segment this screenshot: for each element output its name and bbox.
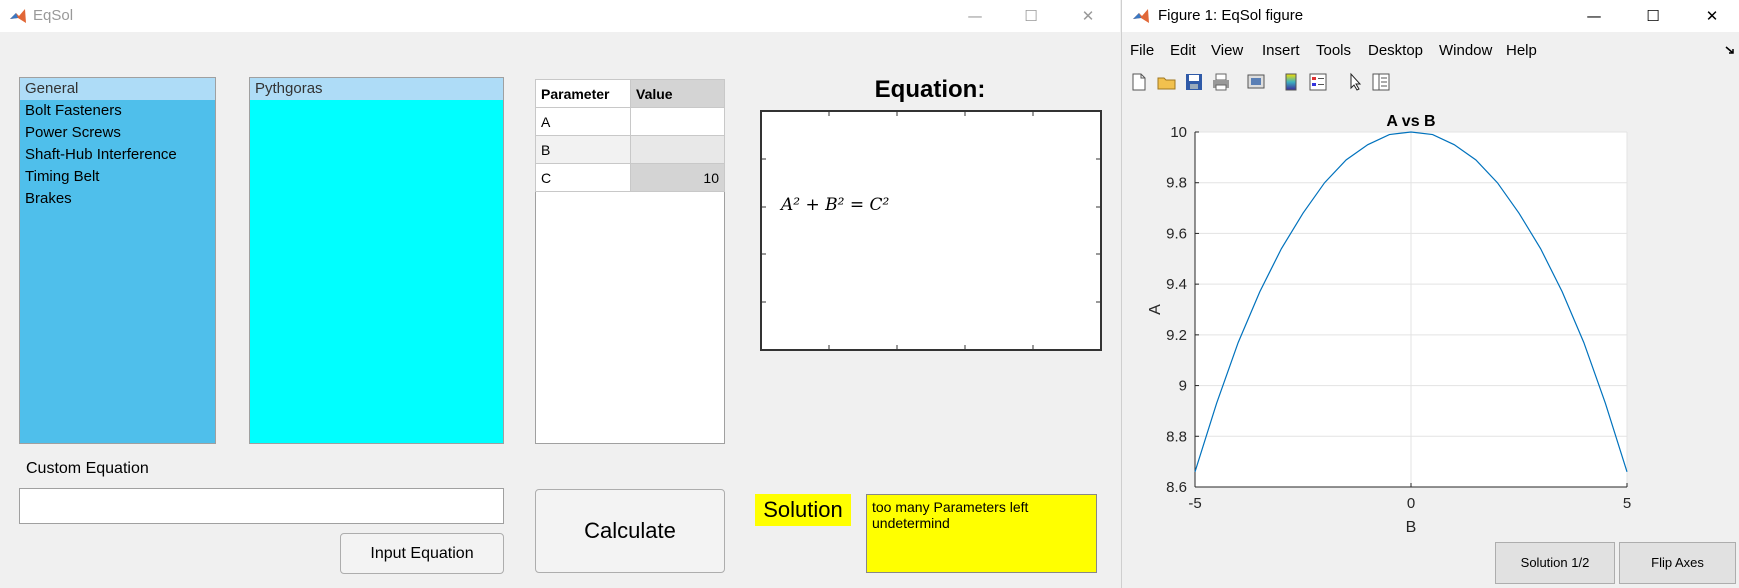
save-icon[interactable] — [1183, 71, 1205, 93]
legend-icon[interactable] — [1307, 71, 1329, 93]
y-tick-label: 9.4 — [1166, 276, 1187, 293]
print-preview-icon[interactable] — [1245, 71, 1267, 93]
value-header: Value — [630, 79, 725, 108]
plot-canvas[interactable]: -5 0 5 8.6 8.8 9 9.2 9.4 9.6 9.8 10 A vs B B A — [1122, 100, 1739, 540]
custom-equation-input[interactable] — [19, 488, 504, 524]
equation-list[interactable]: Pythgoras — [249, 77, 504, 444]
menu-file[interactable]: File — [1130, 42, 1154, 59]
print-icon[interactable] — [1210, 71, 1232, 93]
new-file-icon[interactable] — [1128, 71, 1150, 93]
equation-item[interactable]: Pythgoras — [250, 78, 503, 100]
y-tick-label: 9.6 — [1166, 225, 1187, 242]
pointer-icon[interactable] — [1345, 71, 1367, 93]
figure-title: Figure 1: EqSol figure — [1158, 7, 1304, 24]
category-item[interactable]: Shaft-Hub Interference — [20, 144, 215, 166]
category-item[interactable]: General — [20, 78, 215, 100]
y-axis-label: A — [1147, 304, 1164, 315]
param-header: Parameter — [535, 79, 631, 108]
custom-equation-label: Custom Equation — [26, 460, 149, 477]
menu-edit[interactable]: Edit — [1170, 42, 1196, 59]
menu-tools[interactable]: Tools — [1316, 42, 1351, 59]
equation-axes-ticks — [762, 112, 1100, 349]
param-value-a[interactable] — [630, 107, 725, 136]
menu-window[interactable]: Window — [1439, 42, 1492, 59]
solution-output: too many Parameters left undetermind — [866, 494, 1097, 573]
menu-insert[interactable]: Insert — [1262, 42, 1300, 59]
menu-desktop[interactable]: Desktop — [1368, 42, 1423, 59]
eqsol-window: EqSol — ☐ ✕ General Bolt Fasteners Power S… — [0, 0, 1120, 588]
param-value-c[interactable]: 10 — [630, 163, 725, 192]
figure-maximize-button[interactable]: ☐ — [1630, 2, 1676, 30]
matlab-icon — [10, 9, 26, 23]
open-folder-icon[interactable] — [1156, 71, 1178, 93]
param-name-b: B — [535, 135, 631, 164]
window-title: EqSol — [33, 7, 74, 24]
category-item[interactable]: Brakes — [20, 188, 215, 210]
flip-axes-button[interactable]: Flip Axes — [1619, 542, 1736, 584]
param-table: Parameter Value A B C 10 — [535, 79, 725, 192]
property-editor-icon[interactable] — [1370, 71, 1392, 93]
y-tick-label: 9.2 — [1166, 327, 1187, 344]
y-tick-label: 9.8 — [1166, 175, 1187, 192]
chart-title: A vs B — [1386, 113, 1435, 130]
equation-display: A² + B² = C² — [760, 110, 1102, 351]
colorbar-icon[interactable] — [1280, 71, 1302, 93]
input-equation-button[interactable]: Input Equation — [340, 533, 504, 574]
dock-arrow-icon[interactable] — [1724, 44, 1736, 56]
x-tick-label: 0 — [1407, 495, 1415, 512]
equation-heading: Equation: — [874, 76, 986, 103]
figure-minimize-button[interactable]: — — [1571, 2, 1617, 30]
menu-view[interactable]: View — [1211, 42, 1243, 59]
figure-close-button[interactable]: ✕ — [1689, 2, 1735, 30]
maximize-button[interactable]: ☐ — [1008, 2, 1054, 30]
category-item[interactable]: Bolt Fasteners — [20, 100, 215, 122]
menu-help[interactable]: Help — [1506, 42, 1537, 59]
equation-text: A² + B² = C² — [781, 195, 890, 215]
title-bar: EqSol — ☐ ✕ — [0, 0, 1120, 32]
x-tick-label: 5 — [1623, 495, 1631, 512]
matlab-icon — [1133, 9, 1149, 23]
close-button[interactable]: ✕ — [1065, 2, 1111, 30]
y-tick-label: 9 — [1179, 378, 1187, 395]
x-axis-label: B — [1406, 519, 1417, 536]
calculate-button[interactable]: Calculate — [535, 489, 725, 573]
x-tick-label: -5 — [1188, 495, 1201, 512]
y-tick-label: 8.8 — [1166, 428, 1187, 445]
category-list[interactable]: General Bolt Fasteners Power Screws Shaft-H… — [19, 77, 216, 444]
y-tick-label: 10 — [1170, 124, 1187, 141]
solution-label: Solution — [755, 494, 851, 526]
category-item[interactable]: Power Screws — [20, 122, 215, 144]
y-tick-label: 8.6 — [1166, 479, 1187, 496]
param-name-c: C — [535, 163, 631, 192]
solution-toggle-button[interactable]: Solution 1/2 — [1495, 542, 1615, 584]
minimize-button[interactable]: — — [952, 2, 998, 30]
figure-title-bar: Figure 1: EqSol figure — ☐ ✕ — [1122, 0, 1739, 32]
category-item[interactable]: Timing Belt — [20, 166, 215, 188]
param-name-a: A — [535, 107, 631, 136]
figure-window: Figure 1: EqSol figure — ☐ ✕ File Edit V… — [1121, 0, 1739, 588]
param-value-b[interactable] — [630, 135, 725, 164]
